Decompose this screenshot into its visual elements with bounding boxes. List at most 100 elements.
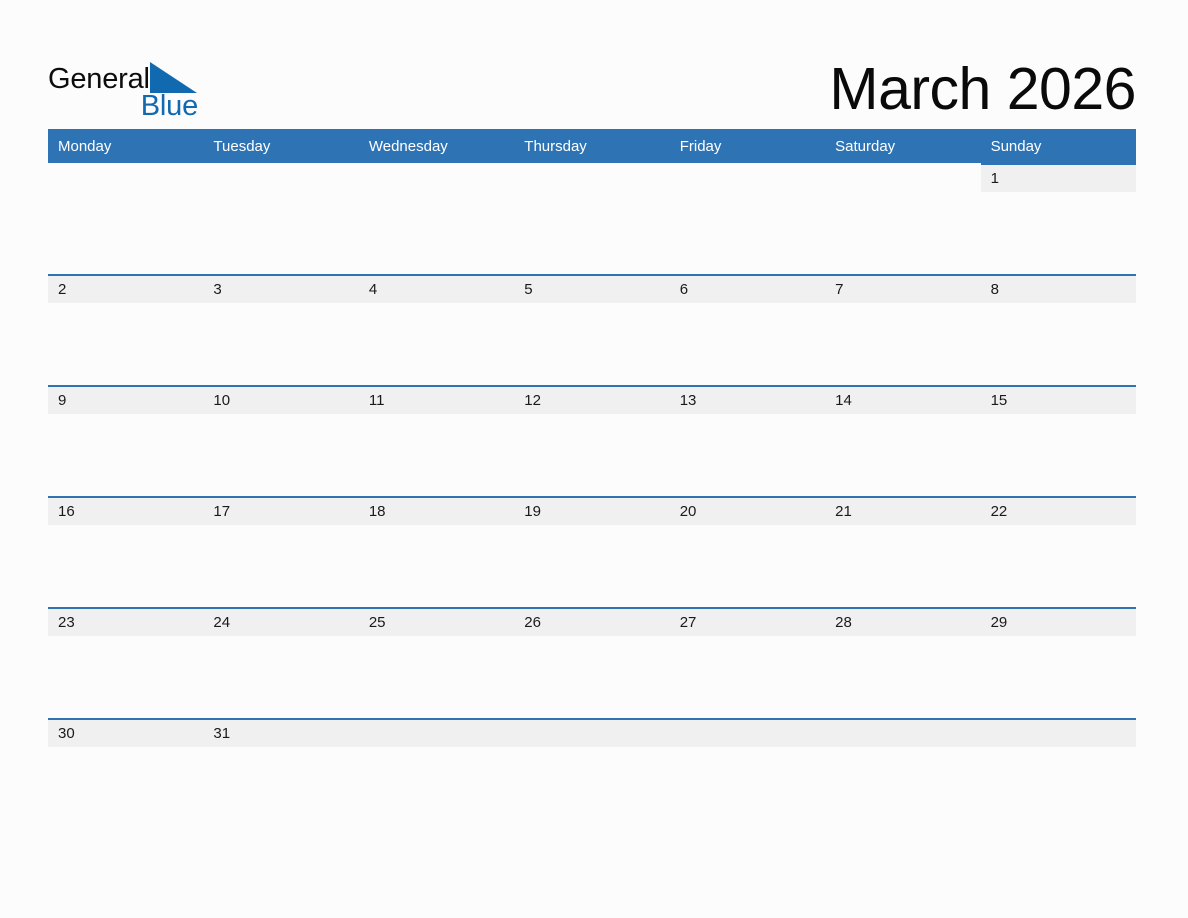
weekday-header-thursday: Thursday [514,129,669,163]
date-band [514,720,670,747]
weekday-header-monday: Monday [48,129,203,163]
weekday-label: Monday [58,137,112,155]
calendar-day-18[interactable]: 18 [358,496,515,607]
weekday-header-row: Monday Tuesday Wednesday Thursday Friday… [48,129,1136,163]
calendar-page: General Blue March 2026 Monday Tuesday W… [0,0,1188,918]
page-title: March 2026 [829,56,1136,122]
calendar-week-row: 1 [48,163,1137,274]
weekday-header-tuesday: Tuesday [203,129,358,163]
calendar-day-13[interactable]: 13 [669,385,826,496]
calendar-day-15[interactable]: 15 [980,385,1137,496]
date-number: 25 [368,614,386,631]
calendar-day-2[interactable]: 2 [48,274,204,385]
date-number: 7 [835,281,844,298]
date-number: 16 [58,503,75,520]
date-number: 9 [58,392,67,409]
weekday-label: Sunday [990,137,1042,155]
calendar-day-27[interactable]: 27 [669,607,826,718]
calendar-day-empty [203,163,358,274]
calendar-day-12[interactable]: 12 [514,385,671,496]
date-number: 4 [368,281,378,298]
calendar-week-row: 16 17 18 19 20 21 22 [48,496,1137,607]
calendar-day-16[interactable]: 16 [48,496,204,607]
logo-text-general: General [48,63,150,95]
logo-text-blue: Blue [140,90,198,122]
calendar-day-empty [825,163,980,274]
date-number: 2 [58,281,67,298]
calendar-day-21[interactable]: 21 [825,496,981,607]
weekday-header-sunday: Sunday [981,129,1136,163]
calendar-week-row: 30 31 [48,718,1137,829]
date-band [48,387,204,414]
calendar-day-22[interactable]: 22 [980,496,1137,607]
calendar-day-empty [48,163,203,274]
date-band [980,165,1136,192]
calendar-day-26[interactable]: 26 [514,607,671,718]
calendar-day-4[interactable]: 4 [358,274,515,385]
calendar-week-row: 23 24 25 26 27 28 29 [48,607,1137,718]
calendar-day-9[interactable]: 9 [48,385,204,496]
calendar-day-1[interactable]: 1 [980,163,1137,274]
calendar-day-28[interactable]: 28 [825,607,981,718]
date-number: 21 [835,503,852,520]
calendar-day-empty [980,718,1137,829]
date-number: 19 [524,503,541,520]
triangle-icon [149,62,197,93]
calendar-day-8[interactable]: 8 [980,274,1137,385]
logo-bottom-row: Blue [48,92,200,121]
calendar-day-23[interactable]: 23 [48,607,204,718]
date-band [825,276,981,303]
calendar-day-7[interactable]: 7 [825,274,981,385]
calendar-day-empty [514,718,671,829]
date-band [980,276,1136,303]
calendar-day-6[interactable]: 6 [669,274,826,385]
calendar-day-25[interactable]: 25 [358,607,515,718]
calendar-day-empty [514,163,669,274]
date-number: 5 [524,281,533,298]
date-number: 22 [990,503,1008,520]
date-number: 13 [679,392,697,409]
date-number: 3 [213,281,222,298]
date-band [669,720,826,747]
date-band [980,720,1136,747]
calendar-day-11[interactable]: 11 [358,385,515,496]
weekday-label: Tuesday [213,137,271,155]
date-band [514,276,670,303]
date-band [203,276,359,303]
calendar-day-10[interactable]: 10 [203,385,360,496]
date-number: 17 [213,503,231,520]
date-band [358,276,515,303]
calendar-day-29[interactable]: 29 [980,607,1137,718]
date-number: 30 [58,725,75,742]
weekday-header-saturday: Saturday [825,129,980,163]
generalblue-logo: General Blue [48,58,200,121]
calendar-grid: Monday Tuesday Wednesday Thursday Friday… [48,129,1137,829]
date-number: 12 [524,392,541,409]
calendar-day-19[interactable]: 19 [514,496,671,607]
calendar-day-3[interactable]: 3 [203,274,360,385]
logo-top-row: General [48,58,200,94]
calendar-day-5[interactable]: 5 [514,274,671,385]
date-number: 28 [835,614,852,631]
calendar-weeks: 1 2 3 4 5 6 7 8 9 10 11 12 13 14 15 16 17 18 19 20 21 22 23 24 2… [48,163,1137,829]
date-number: 20 [679,503,697,520]
page-header: General Blue March 2026 [48,44,1136,122]
weekday-label: Thursday [524,137,587,155]
calendar-day-empty [825,718,981,829]
date-number: 31 [213,725,231,742]
calendar-week-row: 9 10 11 12 13 14 15 [48,385,1137,496]
calendar-day-14[interactable]: 14 [825,385,981,496]
date-number: 18 [368,503,386,520]
weekday-label: Friday [679,137,722,155]
weekday-header-friday: Friday [670,129,825,163]
calendar-day-20[interactable]: 20 [669,496,826,607]
calendar-day-17[interactable]: 17 [203,496,360,607]
calendar-day-empty [670,163,825,274]
date-number: 27 [679,614,697,631]
date-number: 8 [990,281,999,298]
calendar-day-31[interactable]: 31 [203,718,360,829]
calendar-day-24[interactable]: 24 [203,607,360,718]
date-band [669,276,826,303]
date-band [48,276,204,303]
calendar-day-30[interactable]: 30 [48,718,204,829]
